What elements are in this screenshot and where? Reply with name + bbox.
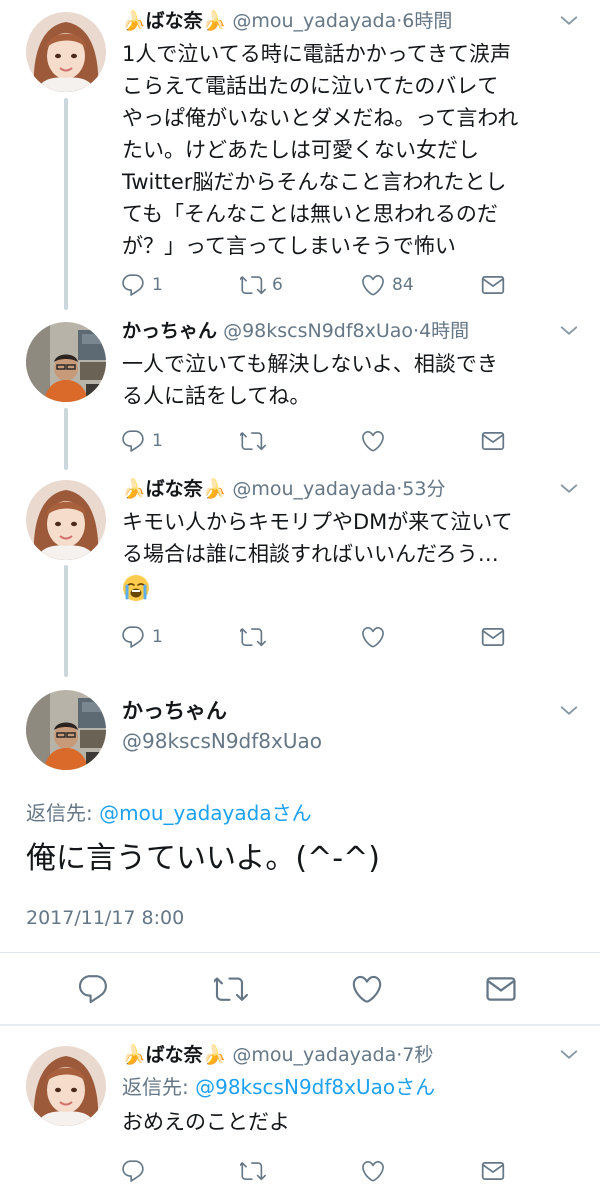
chevron-down-icon[interactable] bbox=[558, 1044, 580, 1066]
envelope-icon bbox=[480, 624, 506, 650]
avatar[interactable] bbox=[26, 12, 106, 92]
reply-to-line: 返信先: @mou_yadayadaさん bbox=[26, 798, 312, 828]
retweet-button[interactable] bbox=[214, 972, 248, 1006]
username[interactable]: @mou_yadayada bbox=[232, 478, 396, 500]
like-button[interactable] bbox=[360, 1156, 386, 1186]
timestamp[interactable]: 53分 bbox=[402, 478, 445, 500]
envelope-icon bbox=[480, 428, 506, 454]
tweet[interactable]: かっちゃん @98kscsN9df8xUao·4時間 一人で泣いても解決しないよ… bbox=[0, 316, 600, 466]
dm-button[interactable] bbox=[480, 1156, 506, 1186]
tweet-actions bbox=[120, 1156, 580, 1186]
tweet[interactable]: 🍌ばな奈🍌 @mou_yadayada·7秒 返信先: @98kscsN9df8… bbox=[0, 1040, 600, 1196]
reply-icon bbox=[120, 1158, 146, 1184]
username[interactable]: @mou_yadayada bbox=[232, 1044, 396, 1066]
heart-icon bbox=[360, 272, 386, 298]
like-button[interactable] bbox=[360, 426, 392, 456]
reply-to-mention[interactable]: @98kscsN9df8xUaoさん bbox=[195, 1075, 435, 1099]
like-button[interactable] bbox=[360, 622, 392, 652]
chevron-down-icon[interactable] bbox=[558, 478, 580, 500]
display-name[interactable]: かっちゃん bbox=[122, 320, 217, 342]
avatar[interactable] bbox=[26, 480, 106, 560]
retweet-icon bbox=[240, 272, 266, 298]
username[interactable]: @98kscsN9df8xUao bbox=[223, 320, 413, 342]
retweet-icon bbox=[214, 972, 248, 1006]
tweet-text: おめえのことだよ bbox=[122, 1110, 290, 1134]
display-name[interactable]: かっちゃん bbox=[122, 696, 227, 726]
chevron-down-icon[interactable] bbox=[558, 320, 580, 342]
retweet-icon bbox=[240, 428, 266, 454]
avatar[interactable] bbox=[26, 1046, 106, 1126]
retweet-button[interactable] bbox=[240, 426, 272, 456]
tweet-header: 🍌ばな奈🍌 @mou_yadayada·53分 bbox=[122, 474, 580, 504]
retweet-button[interactable]: 6 bbox=[240, 270, 283, 300]
like-count: 84 bbox=[392, 275, 414, 295]
heart-icon bbox=[360, 624, 386, 650]
reply-count: 1 bbox=[152, 431, 163, 451]
reply-icon bbox=[120, 272, 146, 298]
reply-to-label: 返信先: bbox=[122, 1075, 196, 1099]
heart-icon bbox=[360, 1158, 386, 1184]
heart-icon bbox=[350, 972, 384, 1006]
reply-button[interactable]: 1 bbox=[120, 622, 163, 652]
dm-button[interactable] bbox=[480, 270, 506, 300]
chevron-down-icon[interactable] bbox=[558, 700, 580, 722]
display-name[interactable]: 🍌ばな奈🍌 bbox=[122, 478, 226, 500]
avatar[interactable] bbox=[26, 690, 106, 770]
reply-to-line: 返信先: @98kscsN9df8xUaoさん bbox=[122, 1072, 435, 1102]
avatar[interactable] bbox=[26, 322, 106, 402]
reply-count: 1 bbox=[152, 275, 163, 295]
loudly-crying-face-icon bbox=[122, 574, 150, 602]
like-button[interactable]: 84 bbox=[360, 270, 414, 300]
divider bbox=[0, 1024, 600, 1026]
heart-icon bbox=[360, 428, 386, 454]
reply-icon bbox=[76, 972, 110, 1006]
tweet-header: かっちゃん @98kscsN9df8xUao·4時間 bbox=[122, 316, 580, 346]
retweet-icon bbox=[240, 624, 266, 650]
reply-button[interactable]: 1 bbox=[120, 426, 163, 456]
tweet[interactable]: 🍌ばな奈🍌 @mou_yadayada·53分 キモい人からキモリプやDMが来て… bbox=[0, 474, 600, 664]
username[interactable]: @mou_yadayada bbox=[232, 10, 396, 32]
reply-to-label: 返信先: bbox=[26, 801, 100, 825]
tweet-header: 🍌ばな奈🍌 @mou_yadayada·6時間 bbox=[122, 6, 580, 36]
tweet-text: キモい人からキモリプやDMが来て泣いて る場合は誰に相談すればいいんだろう… bbox=[122, 510, 513, 566]
timestamp[interactable]: 6時間 bbox=[402, 10, 452, 32]
envelope-icon bbox=[480, 1158, 506, 1184]
reply-button[interactable]: 1 bbox=[120, 270, 163, 300]
envelope-icon bbox=[480, 272, 506, 298]
retweet-button[interactable] bbox=[240, 622, 272, 652]
retweet-icon bbox=[240, 1158, 266, 1184]
tweet-actions: 1 6 84 bbox=[120, 270, 580, 300]
retweet-button[interactable] bbox=[240, 1156, 266, 1186]
timestamp[interactable]: 7秒 bbox=[402, 1044, 433, 1066]
tweet-actions: 1 bbox=[120, 426, 580, 456]
tweet[interactable]: 🍌ばな奈🍌 @mou_yadayada·6時間 1人で泣いてる時に電話かかってき… bbox=[0, 6, 600, 302]
tweet-actions bbox=[0, 972, 600, 1006]
reply-count: 1 bbox=[152, 627, 163, 647]
display-name[interactable]: 🍌ばな奈🍌 bbox=[122, 10, 226, 32]
envelope-icon bbox=[484, 972, 518, 1006]
reply-icon bbox=[120, 624, 146, 650]
reply-button[interactable] bbox=[120, 1156, 146, 1186]
dm-button[interactable] bbox=[480, 622, 506, 652]
display-name[interactable]: 🍌ばな奈🍌 bbox=[122, 1044, 226, 1066]
focused-tweet: かっちゃん @98kscsN9df8xUao 返信先: @mou_yadayad… bbox=[0, 690, 600, 1020]
dm-button[interactable] bbox=[480, 426, 506, 456]
tweet-header: 🍌ばな奈🍌 @mou_yadayada·7秒 bbox=[122, 1040, 580, 1070]
dm-button[interactable] bbox=[484, 972, 518, 1006]
reply-button[interactable] bbox=[76, 972, 110, 1006]
tweet-actions: 1 bbox=[120, 622, 580, 652]
reply-to-mention[interactable]: @mou_yadayadaさん bbox=[99, 801, 311, 825]
tweet-text: 俺に言うていいよ。(^-^) bbox=[26, 841, 380, 876]
divider bbox=[0, 952, 600, 953]
timestamp[interactable]: 4時間 bbox=[419, 320, 469, 342]
retweet-count: 6 bbox=[272, 275, 283, 295]
tweet-date: 2017/11/17 8:00 bbox=[26, 907, 185, 929]
username[interactable]: @98kscsN9df8xUao bbox=[122, 726, 322, 756]
chevron-down-icon[interactable] bbox=[558, 10, 580, 32]
tweet-text: 1人で泣いてる時に電話かかってきて涙声 こらえて電話出たのに泣いてたのバレて や… bbox=[122, 42, 519, 258]
like-button[interactable] bbox=[350, 972, 384, 1006]
reply-icon bbox=[120, 428, 146, 454]
tweet-text: 一人で泣いても解決しないよ、相談でき る人に話をしてね。 bbox=[122, 352, 498, 408]
